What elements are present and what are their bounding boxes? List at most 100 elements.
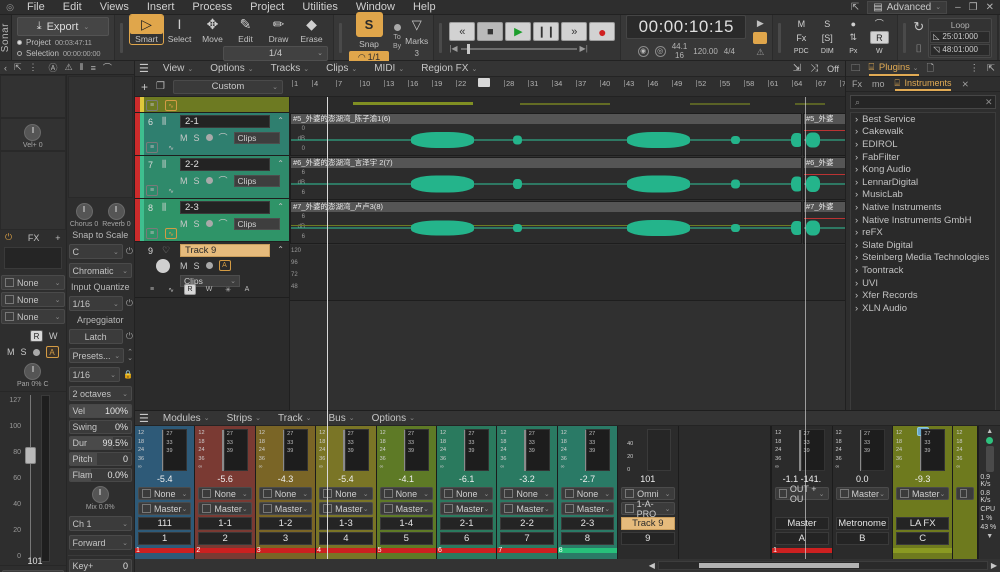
record-arm-button[interactable] [753, 31, 768, 44]
scroll-down-icon[interactable]: ▼ [986, 533, 993, 540]
chevron-right-icon[interactable]: › [855, 227, 858, 238]
menu-item-utilities[interactable]: Utilities [293, 0, 346, 15]
radio-project[interactable] [17, 40, 22, 45]
track-list-icon[interactable]: ≡ [146, 284, 158, 295]
strip-input[interactable]: None ⌄ [198, 487, 252, 500]
console-hscrollbar[interactable]: ◀ ▶ [135, 559, 1000, 572]
mixer-strip-9[interactable]: 40 20 0 101 Omni ⌄ 1-A-PRO ⌄ Track 9 9 [618, 426, 679, 559]
chevron-up-icon[interactable]: ⌃ [277, 245, 284, 254]
chevron-right-icon[interactable]: › [855, 215, 858, 226]
strip-name[interactable]: Track 9 [621, 517, 675, 530]
close-button[interactable]: ✕ [986, 2, 994, 13]
go-to-start-icon[interactable]: |◀ [449, 44, 457, 53]
list-item[interactable]: › Native Instruments [851, 201, 995, 214]
clip-audio-3b[interactable]: #7_外婆 [803, 201, 845, 244]
file-icon[interactable]: 🗋 [927, 61, 935, 77]
strip-output[interactable]: Master ⌄ [138, 502, 192, 515]
module-grip[interactable] [439, 22, 443, 53]
fast-forward-button[interactable]: » [561, 22, 588, 41]
add-fx-button[interactable]: + [55, 233, 60, 243]
solo-button[interactable]: S [194, 219, 200, 229]
menu-clips[interactable]: Clips ⌄ [318, 63, 365, 74]
lock-icon[interactable]: 🔒 [123, 370, 133, 379]
module-grip[interactable] [778, 22, 782, 53]
strip-output[interactable]: Master ⌄ [560, 502, 615, 515]
bus-name[interactable]: Master [775, 517, 829, 530]
more-icon[interactable]: ⋮ [970, 63, 980, 74]
list-item[interactable]: › FabFilter [851, 151, 995, 164]
archive-icon[interactable]: A [241, 284, 253, 295]
list-item[interactable]: › Kong Audio [851, 163, 995, 176]
menu-item-file[interactable]: File [18, 0, 54, 15]
scroll-left-icon[interactable]: ◀ [649, 561, 655, 570]
bus-name[interactable]: LA FX [895, 517, 950, 530]
scroll-right-icon[interactable]: ▶ [991, 561, 997, 570]
module-grip[interactable] [339, 22, 342, 53]
record-arm-icon[interactable] [32, 348, 40, 356]
subtab-instruments[interactable]: ⌸ Instruments [894, 78, 952, 91]
automation-read-button[interactable]: R [869, 31, 889, 44]
tool-edit[interactable]: ✎ Edit [229, 15, 262, 44]
track-icon[interactable]: ⫼ [162, 202, 166, 213]
metronome-icon[interactable]: ◉ [637, 45, 649, 57]
time-display[interactable]: 00:00:10:15 [626, 15, 747, 39]
warning-icon[interactable]: ⚠ [65, 62, 73, 73]
read-automation-button[interactable]: R [184, 284, 196, 295]
menu-item-process[interactable]: Process [183, 0, 241, 15]
stop-button[interactable]: ■ [477, 22, 504, 41]
scale-key-select[interactable]: C ⌄ [68, 244, 123, 259]
export-button[interactable]: ⤓ Export ⌄ [17, 17, 109, 36]
chevron-right-icon[interactable]: › [855, 278, 858, 289]
track-list-icon[interactable]: ≡ [146, 100, 158, 111]
arp-pitch-row[interactable]: Pitch 0 [68, 452, 132, 466]
chevron-right-icon[interactable]: › [855, 126, 858, 137]
mixer-strip-7[interactable]: 12 18 24 36 ∞ 27 33 39 -3.2 None ⌄ Master ⌄ 2-2 … [497, 426, 558, 559]
loop-end-field[interactable]: ◹ 48:01:000 [930, 43, 991, 56]
meter-icon[interactable]: ⦀ [80, 62, 84, 73]
clip-audio-2b[interactable]: #6_外婆 [803, 157, 845, 200]
clips-dropdown[interactable]: Clips [233, 174, 280, 187]
bus-output[interactable] [956, 487, 975, 500]
magnet-S-icon[interactable]: S [355, 11, 383, 37]
strip-output[interactable]: Master ⌄ [198, 502, 252, 515]
quantize-power-icon[interactable]: ⏻ [126, 298, 133, 309]
strip-input[interactable]: None ⌄ [560, 487, 615, 500]
clips-dropdown[interactable]: Clips [233, 217, 280, 230]
fader-handle[interactable] [24, 446, 36, 464]
track-automation-icon[interactable]: ∿ [165, 185, 177, 196]
strip-input[interactable]: None ⌄ [439, 487, 494, 500]
headphone-icon[interactable]: ⌒ [103, 61, 112, 74]
record-arm-icon[interactable] [205, 134, 213, 141]
track-row-7[interactable]: 7 ⫼ 2-2 ⌃ M S ⌒ Clips ≡ ∿ [135, 156, 289, 199]
mixer-strip-8[interactable]: 12 18 24 36 ∞ 27 33 39 -2.7 None ⌄ Master ⌄ 2-3 … [557, 426, 619, 559]
scrub-knob[interactable] [466, 43, 470, 54]
list-item[interactable]: › Best Service [851, 113, 995, 126]
chevron-right-icon[interactable]: › [855, 303, 858, 314]
fx-bin[interactable] [4, 247, 62, 269]
track-automation-icon[interactable]: ∿ [165, 284, 177, 295]
strip-name[interactable]: 2-1 [439, 517, 494, 530]
headphone-icon[interactable]: ⌒ [219, 217, 228, 230]
clip-audio-1[interactable]: #5_外婆的澎湖湾_陈子渝1(6) 0 dB 0 [290, 113, 802, 156]
list-item[interactable]: › UVI [851, 277, 995, 290]
arp-dur-row[interactable]: Dur 99.5% [68, 436, 132, 450]
send-slot-3[interactable]: None ⌄ [1, 309, 65, 324]
scale-power-icon[interactable]: ⏻ [126, 246, 133, 257]
chevron-right-icon[interactable]: › [855, 240, 858, 251]
dim-button[interactable]: DIM [821, 48, 834, 55]
track-view-menu-icon[interactable]: ☰ [139, 62, 149, 75]
browser-search[interactable]: ⌕ ✕ [850, 95, 996, 109]
chevron-right-icon[interactable]: › [855, 189, 858, 200]
list-item[interactable]: › MusicLab [851, 189, 995, 202]
pdc-button[interactable]: PDC [794, 48, 809, 55]
tool-grid-select[interactable]: 1/4 ⌄ [223, 45, 328, 61]
bus-strip-la-fx[interactable]: 12 18 24 36 ∞ 27 33 39 -9.3 Master ⌄ LA FX C [892, 426, 954, 559]
track-list-icon[interactable]: ≡ [146, 228, 158, 239]
tempo-value[interactable]: 120.00 [693, 47, 717, 56]
headphone-icon[interactable]: ⌒ [219, 131, 228, 144]
count-in-icon[interactable]: ◎ [654, 45, 666, 57]
mute-button[interactable]: M [180, 176, 188, 186]
list-item[interactable]: › reFX [851, 226, 995, 239]
mute-button[interactable]: M [180, 261, 188, 271]
console-scroll-track[interactable] [657, 561, 988, 570]
